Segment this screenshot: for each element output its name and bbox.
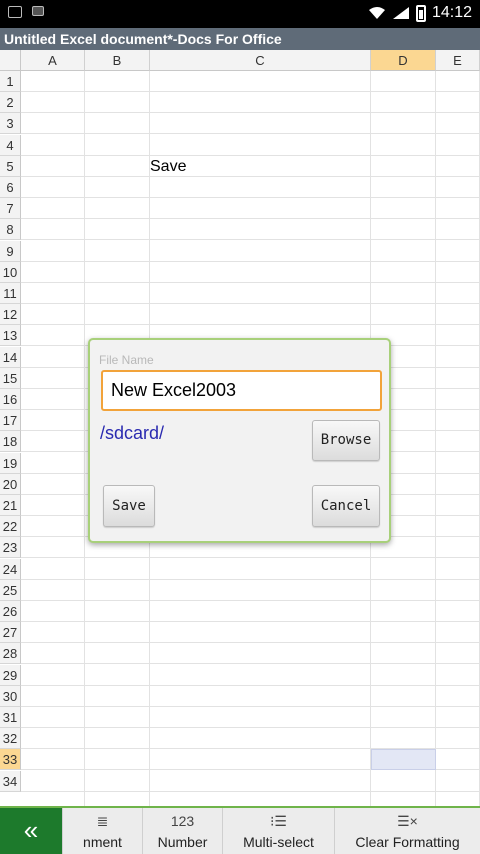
select-all-corner[interactable] xyxy=(0,50,21,71)
grid-line-horizontal xyxy=(21,642,480,643)
save-button[interactable]: Save xyxy=(103,485,155,527)
row-header-3[interactable]: 3 xyxy=(0,113,21,134)
row-header-30[interactable]: 30 xyxy=(0,686,21,707)
row-header-8[interactable]: 8 xyxy=(0,219,21,240)
grid-line-horizontal xyxy=(21,324,480,325)
multi-select-label: Multi-select xyxy=(243,834,314,850)
grid-line-horizontal xyxy=(21,218,480,219)
grid-line-horizontal xyxy=(21,176,480,177)
double-chevron-left-icon: « xyxy=(23,815,39,845)
grid-line-horizontal xyxy=(21,155,480,156)
grid-line-horizontal xyxy=(21,706,480,707)
status-time: 14:12 xyxy=(431,4,472,21)
row-header-29[interactable]: 29 xyxy=(0,665,21,686)
bottom-toolbar: « ≣ nment 123 Number ⁝☰ Multi-select ☰× … xyxy=(0,806,480,854)
file-name-label: File Name xyxy=(99,353,154,367)
file-name-input[interactable]: New Excel2003 xyxy=(101,370,382,411)
row-header-24[interactable]: 24 xyxy=(0,559,21,580)
collapse-toolbar-button[interactable]: « xyxy=(0,808,62,854)
row-header-31[interactable]: 31 xyxy=(0,707,21,728)
wifi-icon xyxy=(368,7,385,19)
row-header-1[interactable]: 1 xyxy=(0,71,21,92)
multi-select-button[interactable]: ⁝☰ Multi-select xyxy=(222,808,334,854)
clear-formatting-icon: ☰× xyxy=(397,813,418,829)
grid-line-horizontal xyxy=(21,663,480,664)
row-header-34[interactable]: 34 xyxy=(0,771,21,792)
column-header-d[interactable]: D xyxy=(371,50,436,71)
alignment-label: nment xyxy=(83,834,122,850)
row-header-27[interactable]: 27 xyxy=(0,622,21,643)
row-header-21[interactable]: 21 xyxy=(0,495,21,516)
grid-line-horizontal xyxy=(21,91,480,92)
row-header-19[interactable]: 19 xyxy=(0,453,21,474)
document-title: Untitled Excel document*-Docs For Office xyxy=(0,28,480,50)
multi-select-icon: ⁝☰ xyxy=(269,813,287,829)
cell-c5[interactable]: Save xyxy=(150,156,186,177)
row-header-6[interactable]: 6 xyxy=(0,177,21,198)
grid-line-horizontal xyxy=(21,579,480,580)
number-button[interactable]: 123 Number xyxy=(142,808,222,854)
row-header-25[interactable]: 25 xyxy=(0,580,21,601)
row-header-17[interactable]: 17 xyxy=(0,410,21,431)
row-header-15[interactable]: 15 xyxy=(0,368,21,389)
alignment-button[interactable]: ≣ nment xyxy=(62,808,142,854)
row-header-18[interactable]: 18 xyxy=(0,431,21,452)
grid-line-horizontal xyxy=(21,600,480,601)
row-header-14[interactable]: 14 xyxy=(0,347,21,368)
row-header-33[interactable]: 33 xyxy=(0,749,21,770)
grid-line-horizontal xyxy=(21,621,480,622)
row-header-7[interactable]: 7 xyxy=(0,198,21,219)
grid-line-horizontal xyxy=(21,557,480,558)
browse-button[interactable]: Browse xyxy=(312,420,380,461)
row-header-9[interactable]: 9 xyxy=(0,241,21,262)
save-path: /sdcard/ xyxy=(100,423,165,443)
grid-line-horizontal xyxy=(21,261,480,262)
keyboard-icon xyxy=(32,6,44,16)
cancel-button[interactable]: Cancel xyxy=(312,485,380,527)
row-header-4[interactable]: 4 xyxy=(0,135,21,156)
grid-line-horizontal xyxy=(21,282,480,283)
alignment-icon: ≣ xyxy=(96,813,109,829)
row-header-20[interactable]: 20 xyxy=(0,474,21,495)
grid-line-vertical xyxy=(435,71,436,806)
grid-line-horizontal xyxy=(21,685,480,686)
column-header-e[interactable]: E xyxy=(436,50,480,71)
row-header-28[interactable]: 28 xyxy=(0,643,21,664)
grid-line-horizontal xyxy=(21,112,480,113)
column-header-c[interactable]: C xyxy=(150,50,371,71)
column-header-b[interactable]: B xyxy=(85,50,150,71)
grid-line-horizontal xyxy=(21,239,480,240)
row-header-26[interactable]: 26 xyxy=(0,601,21,622)
row-header-5[interactable]: 5 xyxy=(0,156,21,177)
row-header-32[interactable]: 32 xyxy=(0,728,21,749)
clear-formatting-button[interactable]: ☰× Clear Formatting xyxy=(334,808,480,854)
row-header-23[interactable]: 23 xyxy=(0,537,21,558)
row-header-10[interactable]: 10 xyxy=(0,262,21,283)
grid-line-horizontal xyxy=(21,791,480,792)
row-header-11[interactable]: 11 xyxy=(0,283,21,304)
number-label: Number xyxy=(157,834,208,850)
number-icon: 123 xyxy=(170,813,195,829)
clear-formatting-label: Clear Formatting xyxy=(355,834,460,850)
grid-line-horizontal xyxy=(21,727,480,728)
row-header-16[interactable]: 16 xyxy=(0,389,21,410)
battery-icon xyxy=(415,4,426,22)
grid-line-vertical xyxy=(84,71,85,806)
row-header-12[interactable]: 12 xyxy=(0,304,21,325)
row-header-22[interactable]: 22 xyxy=(0,516,21,537)
column-header-a[interactable]: A xyxy=(21,50,85,71)
save-dialog: File Name New Excel2003 /sdcard/ Browse … xyxy=(88,338,391,543)
status-bar: 14:12 xyxy=(0,0,480,28)
grid-line-horizontal xyxy=(21,303,480,304)
row-header-13[interactable]: 13 xyxy=(0,325,21,346)
row-header-2[interactable]: 2 xyxy=(0,92,21,113)
grid-line-horizontal xyxy=(21,197,480,198)
selected-cell-d33[interactable] xyxy=(371,749,436,770)
signal-icon xyxy=(392,7,409,19)
image-icon xyxy=(8,6,22,18)
grid-line-horizontal xyxy=(21,133,480,134)
